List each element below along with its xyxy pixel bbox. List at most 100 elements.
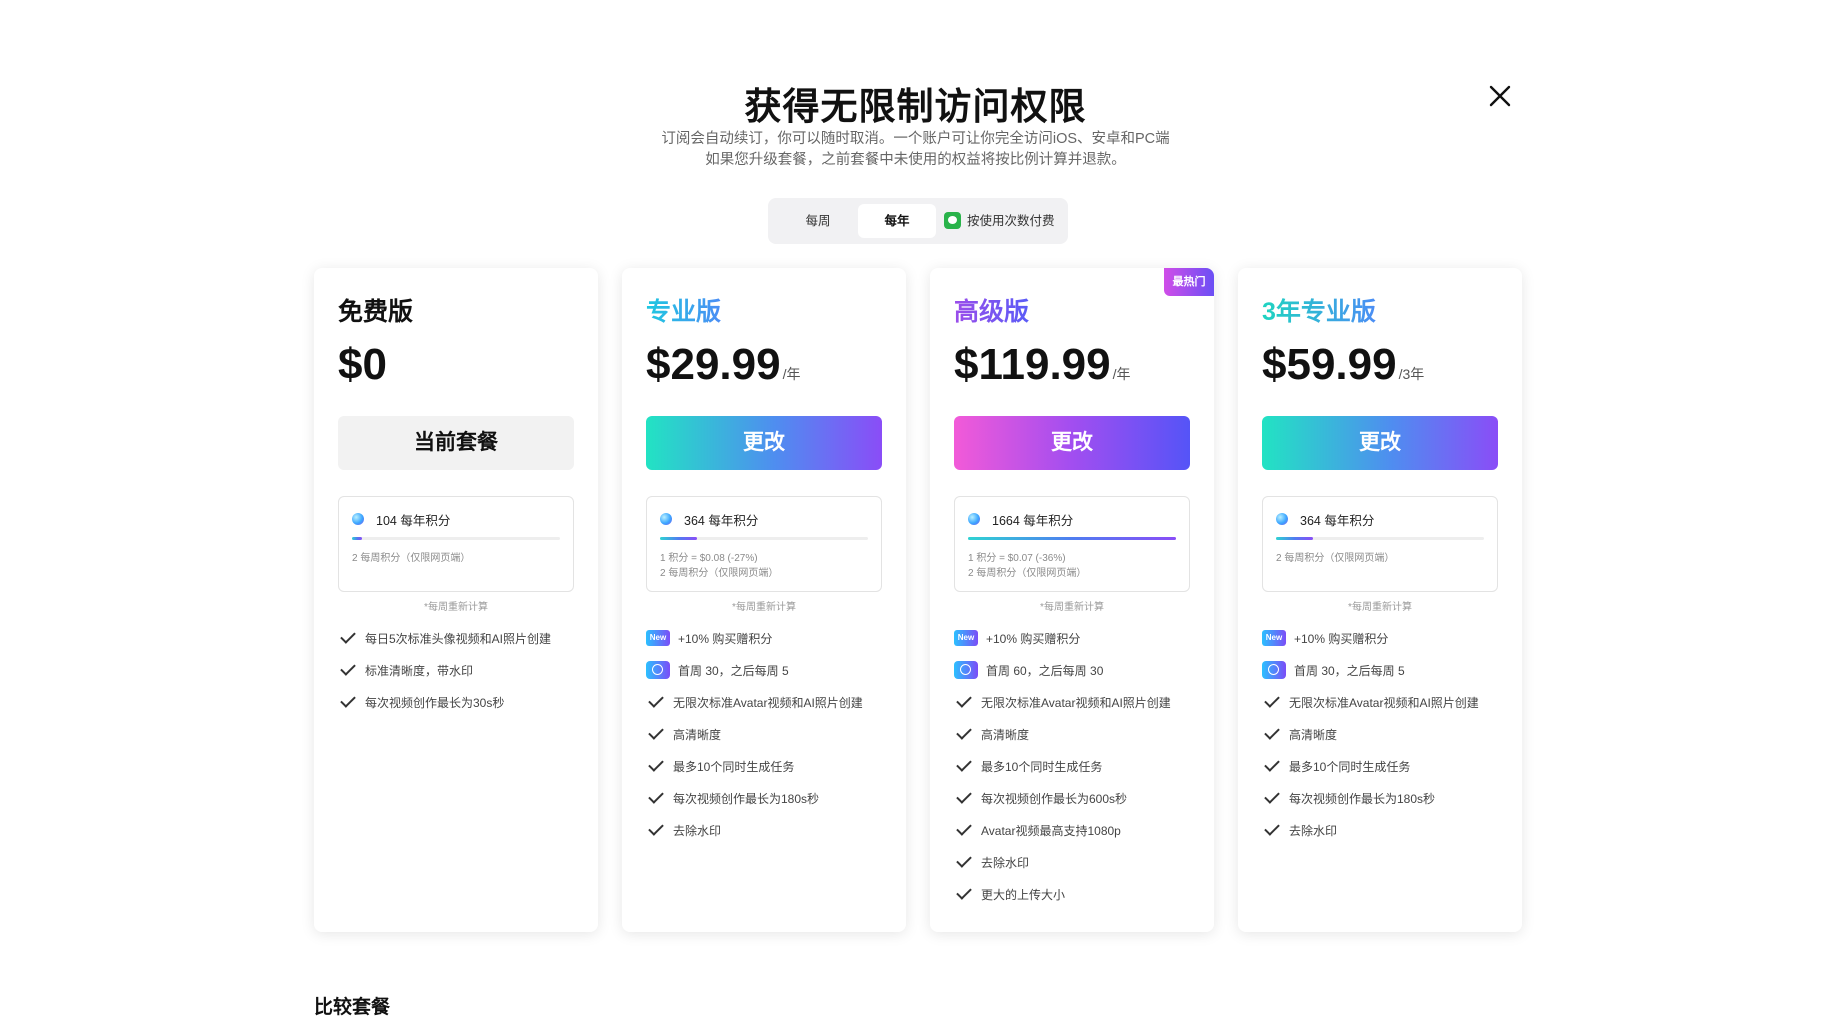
change-plan-button[interactable]: 更改 xyxy=(1262,416,1498,470)
feature-item: 无限次标准Avatar视频和AI照片创建 xyxy=(1262,686,1512,718)
feature-item: 无限次标准Avatar视频和AI照片创建 xyxy=(954,686,1204,718)
billing-option-yearly[interactable]: 每年 xyxy=(858,204,936,238)
credit-note: 1 积分 = $0.08 (-27%) xyxy=(660,553,758,564)
credit-coin-icon xyxy=(968,513,980,525)
credit-coin-icon xyxy=(352,513,364,525)
feature-text: 无限次标准Avatar视频和AI照片创建 xyxy=(981,695,1171,710)
feature-text: 首周 60，之后每周 30 xyxy=(986,663,1104,678)
feature-text: 最多10个同时生成任务 xyxy=(981,759,1103,774)
feature-text: 高清晰度 xyxy=(981,727,1030,742)
feature-item: New +10% 购买赠积分 xyxy=(646,622,896,654)
check-icon xyxy=(648,756,664,772)
feature-text: 高清晰度 xyxy=(673,727,722,742)
check-icon xyxy=(340,628,356,644)
feature-item: 标准清晰度，带水印 xyxy=(338,654,588,686)
price-amount: $0 xyxy=(338,340,387,389)
price-period: /年 xyxy=(782,366,801,382)
feature-item: 最多10个同时生成任务 xyxy=(1262,750,1512,782)
plan-price: $119.99/年 xyxy=(954,340,1131,390)
price-period: /3年 xyxy=(1398,366,1425,382)
credit-coin-icon xyxy=(660,513,672,525)
credits-bar xyxy=(352,537,560,540)
feature-text: 去除水印 xyxy=(981,855,1030,870)
check-icon xyxy=(648,692,664,708)
feature-text: 去除水印 xyxy=(1289,823,1338,838)
check-icon xyxy=(340,660,356,676)
credit-note: 2 每周积分（仅限网页端） xyxy=(352,553,471,564)
feature-text: 最多10个同时生成任务 xyxy=(1289,759,1411,774)
feature-text: 首周 30，之后每周 5 xyxy=(678,663,789,678)
billing-toggle: 每周 每年 按使用次数付费 xyxy=(768,198,1068,244)
clock-icon xyxy=(646,661,670,679)
credits-box: 364 每年积分 2 每周积分（仅限网页端） xyxy=(1262,496,1498,592)
compare-plans-heading: 比较套餐 xyxy=(314,997,391,1018)
feature-item: 去除水印 xyxy=(646,814,896,846)
feature-item: 去除水印 xyxy=(1262,814,1512,846)
feature-text: 首周 30，之后每周 5 xyxy=(1294,663,1405,678)
feature-item: 无限次标准Avatar视频和AI照片创建 xyxy=(646,686,896,718)
current-plan-button[interactable]: 当前套餐 xyxy=(338,416,574,470)
plan-name: 3年专业版 xyxy=(1262,292,1376,328)
plan-card-advanced: 最热门 高级版 $119.99/年 更改 1664 每年积分 1 积分 = $0… xyxy=(930,268,1214,932)
feature-text: 无限次标准Avatar视频和AI照片创建 xyxy=(673,695,863,710)
feature-text: 标准清晰度，带水印 xyxy=(365,663,474,678)
feature-item: 首周 60，之后每周 30 xyxy=(954,654,1204,686)
feature-item: 去除水印 xyxy=(954,846,1204,878)
feature-list: New +10% 购买赠积分 首周 30，之后每周 5 无限次标准Avatar视频… xyxy=(1262,622,1512,846)
clock-icon xyxy=(1262,661,1286,679)
check-icon xyxy=(1264,820,1280,836)
feature-item: 每次视频创作最长为600s秒 xyxy=(954,782,1204,814)
billing-option-pay-per-use[interactable]: 按使用次数付费 xyxy=(944,204,1062,238)
credits-bar xyxy=(660,537,868,540)
check-icon xyxy=(1264,756,1280,772)
plan-name: 高级版 xyxy=(954,292,1029,328)
credit-coin-icon xyxy=(1276,513,1288,525)
change-plan-button[interactable]: 更改 xyxy=(646,416,882,470)
check-icon xyxy=(956,820,972,836)
plan-card-pro: 专业版 $29.99/年 更改 364 每年积分 1 积分 = $0.08 (-… xyxy=(622,268,906,932)
feature-text: 高清晰度 xyxy=(1289,727,1338,742)
close-icon xyxy=(1489,85,1511,107)
feature-item: 高清晰度 xyxy=(646,718,896,750)
credits-bar-fill xyxy=(968,537,1176,540)
credits-title: 364 每年积分 xyxy=(1300,514,1375,528)
feature-item: 每日5次标准头像视频和AI照片创建 xyxy=(338,622,588,654)
weekly-recalc-note: *每周重新计算 xyxy=(1040,602,1104,613)
check-icon xyxy=(648,820,664,836)
plan-name: 免费版 xyxy=(338,298,414,326)
credit-note: 2 每周积分（仅限网页端） xyxy=(660,568,779,579)
credits-title: 1664 每年积分 xyxy=(992,514,1074,528)
check-icon xyxy=(1264,724,1280,740)
feature-text: 去除水印 xyxy=(673,823,722,838)
plan-price: $29.99/年 xyxy=(646,340,800,390)
feature-item: 最多10个同时生成任务 xyxy=(646,750,896,782)
price-period: /年 xyxy=(1112,366,1131,382)
feature-text: 每次视频创作最长为30s秒 xyxy=(365,695,505,710)
feature-item: 每次视频创作最长为180s秒 xyxy=(646,782,896,814)
credits-box: 104 每年积分 2 每周积分（仅限网页端） xyxy=(338,496,574,592)
weekly-recalc-note: *每周重新计算 xyxy=(424,602,488,613)
new-badge: New xyxy=(1262,630,1286,646)
close-button[interactable] xyxy=(1484,80,1516,112)
credit-note: 2 每周积分（仅限网页端） xyxy=(1276,553,1395,564)
feature-text: +10% 购买赠积分 xyxy=(986,631,1081,646)
check-icon xyxy=(1264,788,1280,804)
new-badge: New xyxy=(954,630,978,646)
feature-text: 每日5次标准头像视频和AI照片创建 xyxy=(365,631,552,646)
feature-list: 每日5次标准头像视频和AI照片创建 标准清晰度，带水印 每次视频创作最长为30s… xyxy=(338,622,588,718)
credits-title: 104 每年积分 xyxy=(376,514,451,528)
feature-item: 首周 30，之后每周 5 xyxy=(646,654,896,686)
feature-text: 每次视频创作最长为600s秒 xyxy=(981,791,1128,806)
weekly-recalc-note: *每周重新计算 xyxy=(1348,602,1412,613)
feature-item: 高清晰度 xyxy=(954,718,1204,750)
plan-card-3-year-pro: 3年专业版 $59.99/3年 更改 364 每年积分 2 每周积分（仅限网页端… xyxy=(1238,268,1522,932)
feature-list: New +10% 购买赠积分 首周 60，之后每周 30 无限次标准Avatar视… xyxy=(954,622,1204,910)
check-icon xyxy=(956,756,972,772)
feature-text: Avatar视频最高支持1080p xyxy=(981,823,1121,838)
most-popular-badge: 最热门 xyxy=(1164,268,1214,296)
subtitle-line-1: 订阅会自动续订，你可以随时取消。一个账户可让你完全访问iOS、安卓和PC端 xyxy=(661,131,1170,147)
change-plan-button[interactable]: 更改 xyxy=(954,416,1190,470)
billing-option-weekly[interactable]: 每周 xyxy=(778,204,858,238)
plan-name: 专业版 xyxy=(646,292,721,328)
check-icon xyxy=(956,724,972,740)
